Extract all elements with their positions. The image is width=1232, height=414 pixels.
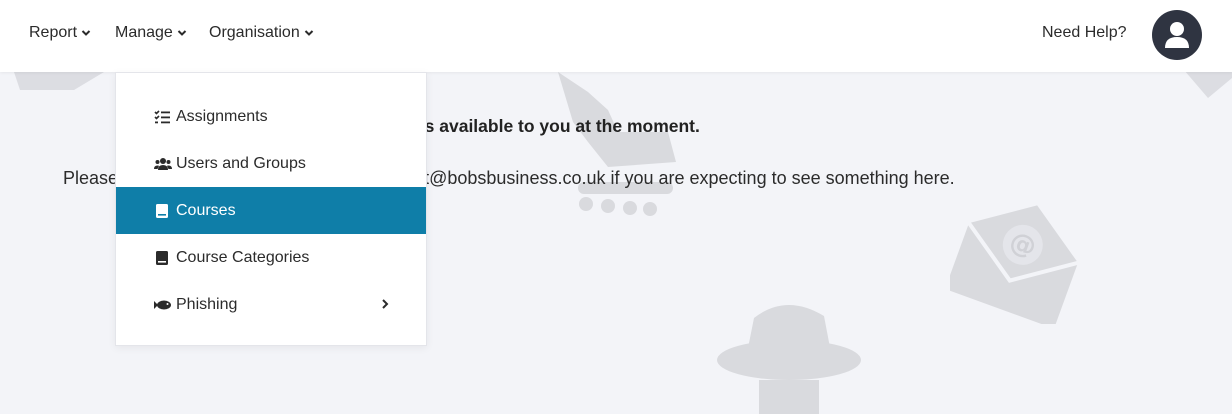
chevron-down-icon	[304, 30, 313, 36]
nav-menu-organisation[interactable]: Organisation	[209, 24, 314, 42]
hacker-hat-illustration	[714, 298, 864, 414]
book-icon	[156, 203, 168, 218]
user-icon	[1165, 22, 1189, 48]
menu-item-course-categories[interactable]: Course Categories	[116, 234, 426, 281]
email-envelope-illustration: @	[950, 192, 1086, 324]
users-icon	[154, 157, 172, 170]
chevron-down-icon	[177, 30, 187, 36]
chevron-right-icon	[382, 299, 389, 309]
top-navbar: Report Manage Organisation Need Help?	[0, 0, 1232, 72]
nav-menu-organisation-label: Organisation	[209, 24, 300, 41]
menu-item-assignments[interactable]: Assignments	[116, 93, 426, 140]
trojan-horse-illustration	[548, 72, 688, 218]
menu-item-phishing[interactable]: Phishing	[116, 281, 426, 328]
chevron-down-icon	[81, 30, 91, 36]
nav-menu-manage-label: Manage	[115, 24, 173, 41]
user-avatar-button[interactable]	[1152, 10, 1202, 60]
fish-icon	[154, 300, 171, 309]
menu-item-label: Users and Groups	[176, 154, 306, 172]
menu-item-courses[interactable]: Courses	[116, 187, 426, 234]
list-check-icon	[154, 109, 170, 123]
book-icon	[156, 250, 168, 265]
menu-item-label: Assignments	[176, 107, 268, 125]
nav-menu-manage[interactable]: Manage	[115, 24, 187, 42]
need-help-link[interactable]: Need Help?	[1042, 24, 1127, 42]
menu-item-label: Course Categories	[176, 248, 310, 266]
nav-menu-report[interactable]: Report	[29, 24, 91, 42]
menu-item-label: Phishing	[176, 295, 238, 313]
background-decoration-right	[1180, 70, 1232, 100]
menu-item-label: Courses	[176, 201, 236, 219]
nav-menu-report-label: Report	[29, 24, 78, 41]
menu-item-users-and-groups[interactable]: Users and Groups	[116, 140, 426, 187]
manage-dropdown-menu: Assignments Users and Groups Courses Cou…	[115, 72, 427, 346]
svg-text:@: @	[1005, 226, 1040, 263]
